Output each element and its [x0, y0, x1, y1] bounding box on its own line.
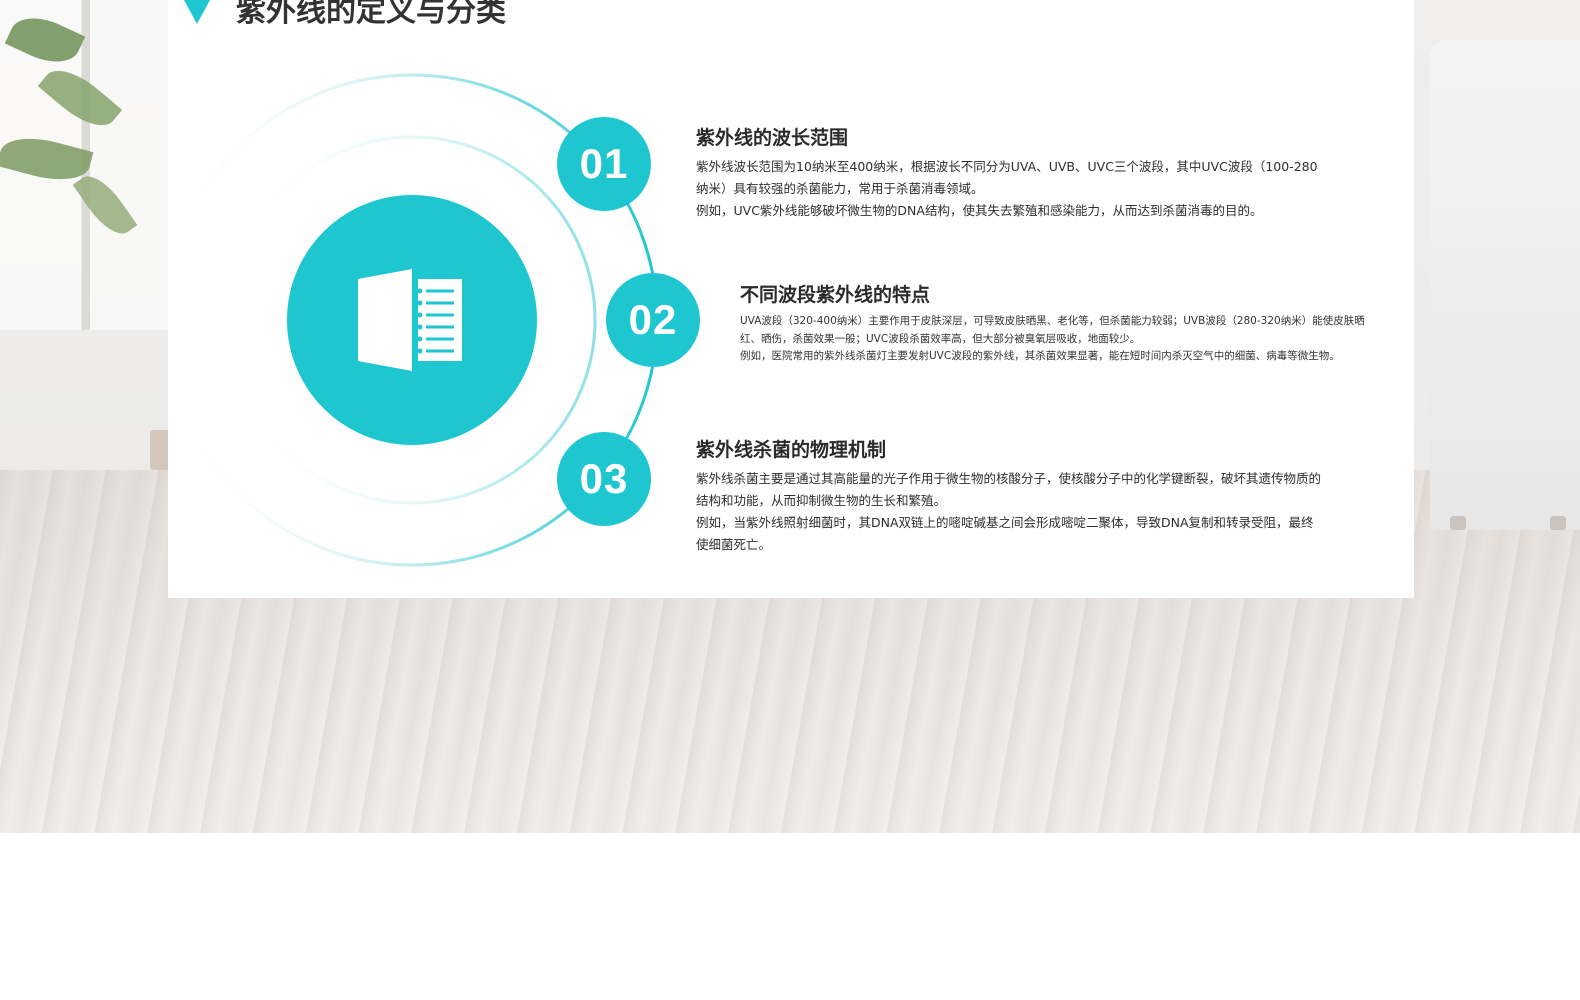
item-paragraph: 紫外线杀菌主要是通过其高能量的光子作用于微生物的核酸分子，使核酸分子中的化学键断…	[696, 471, 1322, 508]
item-heading: 紫外线的波长范围	[696, 127, 849, 149]
badge-01: 01	[557, 117, 651, 211]
item-paragraph: 紫外线波长范围为10纳米至400纳米，根据波长不同分为UVA、UVB、UVC三个…	[696, 159, 1318, 196]
item-03: 紫外线杀菌的物理机制 紫外线杀菌主要是通过其高能量的光子作用于微生物的核酸分子，…	[696, 435, 1321, 556]
badge-03: 03	[557, 432, 651, 526]
item-01: 紫外线的波长范围 紫外线波长范围为10纳米至400纳米，根据波长不同分为UVA、…	[696, 123, 1321, 222]
item-paragraph: 例如，当紫外线照射细菌时，其DNA双链上的嘧啶碱基之间会形成嘧啶二聚体，导致DN…	[696, 515, 1314, 552]
item-paragraph: 例如，UVC紫外线能够破坏微生物的DNA结构，使其失去繁殖和感染能力，从而达到杀…	[696, 203, 1263, 218]
item-heading: 紫外线杀菌的物理机制	[696, 439, 887, 461]
item-heading: 不同波段紫外线的特点	[740, 284, 931, 306]
book-icon	[358, 269, 462, 371]
item-02: 不同波段紫外线的特点 UVA波段（320-400纳米）主要作用于皮肤深层，可导致…	[740, 280, 1365, 366]
badge-02: 02	[606, 273, 700, 367]
slide-card: 紫外线的定义与分类 01 02 03 紫外线的波长范围 紫外线波长范围为10纳米…	[168, 0, 1414, 598]
item-paragraph: UVA波段（320-400纳米）主要作用于皮肤深层，可导致皮肤晒黑、老化等，但杀…	[740, 315, 1365, 345]
item-paragraph: 例如，医院常用的紫外线杀菌灯主要发射UVC波段的紫外线，其杀菌效果显著，能在短时…	[740, 350, 1340, 362]
sofa	[1430, 40, 1580, 530]
